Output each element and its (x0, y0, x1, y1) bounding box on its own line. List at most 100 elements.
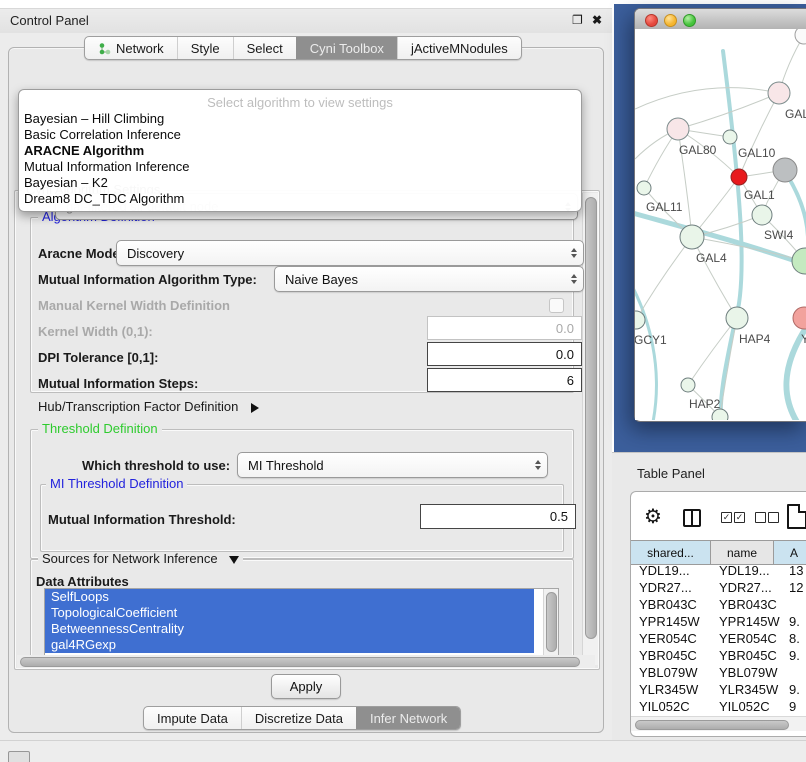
document-icon[interactable] (787, 504, 806, 529)
node-label-gal4: GAL4 (696, 251, 727, 265)
table-row-ybr043c[interactable]: YBR043CYBR043C (631, 597, 806, 614)
attributes-vertical-scrollbar[interactable] (543, 589, 558, 655)
algorithm-option-basic-correlation-inference[interactable]: Basic Correlation Inference (23, 127, 577, 143)
network-edge (692, 237, 737, 318)
which-threshold-label: Which threshold to use: (82, 458, 230, 473)
algorithm-option-aracne-algorithm[interactable]: ARACNE Algorithm (23, 143, 577, 159)
settings-horizontal-scrollbar[interactable] (17, 655, 595, 668)
deselect-all-checks-icon[interactable] (768, 512, 779, 523)
minimize-window-icon[interactable] (664, 14, 677, 27)
tab-cyni-toolbox[interactable]: Cyni Toolbox (296, 37, 397, 59)
data-attributes-label: Data Attributes (36, 574, 129, 589)
control-panel-title: Control Panel (10, 13, 89, 28)
network-node-gal80[interactable] (667, 118, 689, 140)
table-horizontal-scrollbar[interactable] (631, 716, 806, 731)
column-header-shared-name[interactable]: shared... (631, 541, 711, 564)
network-node-hap2[interactable] (681, 378, 695, 392)
table-row-ybl079w[interactable]: YBL079WYBL079W (631, 665, 806, 682)
select-all-checks-icon[interactable]: ✓ (721, 512, 732, 523)
tab-impute-data[interactable]: Impute Data (144, 707, 241, 729)
network-node-gal4[interactable] (680, 225, 704, 249)
network-node-swi4[interactable] (792, 248, 806, 274)
mi-steps-field[interactable]: 6 (427, 368, 582, 392)
attribute-item-betweennesscentrality[interactable]: BetweennessCentrality (45, 621, 534, 637)
close-panel-icon[interactable]: ✖ (592, 13, 602, 27)
network-icon (98, 42, 111, 55)
data-attributes-list[interactable]: SelfLoopsTopologicalCoefficientBetweenne… (44, 588, 559, 656)
network-node-hap4[interactable] (726, 307, 748, 329)
columns-icon[interactable] (683, 509, 701, 527)
panel-corner-icon[interactable] (8, 751, 30, 762)
table-row-ylr345w[interactable]: YLR345WYLR345W9. (631, 682, 806, 699)
node-label-gal80: GAL80 (679, 143, 717, 157)
table-row-yil052c[interactable]: YIL052CYIL052C9 (631, 699, 806, 713)
mi-threshold-label: Mutual Information Threshold: (48, 512, 236, 527)
select-all-checks-icon[interactable]: ✓ (734, 512, 745, 523)
mi-algorithm-type-label: Mutual Information Algorithm Type: (38, 272, 257, 287)
table-row-ydr27[interactable]: YDR27...YDR27...12 (631, 580, 806, 597)
table-row-ypr145w[interactable]: YPR145WYPR145W9. (631, 614, 806, 631)
tab-jactivemnodules[interactable]: jActiveMNodules (397, 37, 521, 59)
apply-button[interactable]: Apply (271, 674, 341, 699)
column-header-partial[interactable]: A (774, 541, 806, 564)
node-label-gal10: GAL10 (738, 146, 776, 160)
close-window-icon[interactable] (645, 14, 658, 27)
kernel-width-field: 0.0 (427, 316, 582, 340)
which-threshold-combo[interactable]: MI Threshold (237, 452, 548, 478)
control-panel-body: NetworkStyleSelectCyni ToolboxjActiveMNo… (0, 33, 612, 740)
table-panel: ⚙ ✓ ✓ shared... name A YDL19...YDL19...1… (630, 491, 806, 737)
aracne-mode-label: Aracne Mode: (38, 246, 124, 261)
network-node-y[interactable] (793, 307, 806, 329)
algorithm-option-dream8-dc-tdc-algorithm[interactable]: Dream8 DC_TDC Algorithm (23, 191, 577, 207)
network-node[interactable] (773, 158, 797, 182)
network-node-gal[interactable] (768, 82, 790, 104)
tab-select[interactable]: Select (233, 37, 296, 59)
attribute-item-gal4rgexp[interactable]: gal4RGexp (45, 637, 534, 653)
expand-right-icon (251, 403, 259, 413)
mi-algorithm-type-combo[interactable]: Naive Bayes (274, 266, 584, 292)
node-label-gal: GAL (785, 107, 806, 121)
network-edge (635, 282, 656, 420)
node-label-gal11: GAL11 (646, 200, 683, 214)
table-row-ybr045c[interactable]: YBR045CYBR045C9. (631, 648, 806, 665)
tab-infer-network[interactable]: Infer Network (356, 707, 460, 729)
network-node-gal11[interactable] (637, 181, 651, 195)
gear-icon[interactable]: ⚙ (644, 507, 662, 527)
network-node-gal10[interactable] (731, 169, 747, 185)
table-row-yer054c[interactable]: YER054CYER054C8. (631, 631, 806, 648)
mi-threshold-field[interactable]: 0.5 (420, 504, 576, 529)
tab-style[interactable]: Style (177, 37, 233, 59)
tab-network[interactable]: Network (85, 37, 177, 59)
algorithm-option-bayesian-k2[interactable]: Bayesian – K2 (23, 175, 577, 191)
algorithm-option-mutual-information-inference[interactable]: Mutual Information Inference (23, 159, 577, 175)
algorithm-option-bayesian-hill-climbing[interactable]: Bayesian – Hill Climbing (23, 111, 577, 127)
column-header-name[interactable]: name (711, 541, 774, 564)
table-row-ydl19[interactable]: YDL19...YDL19...13 (631, 563, 806, 580)
sources-toggle[interactable]: Sources for Network Inference (38, 552, 243, 566)
tab-discretize-data[interactable]: Discretize Data (241, 707, 356, 729)
network-window-titlebar[interactable] (635, 9, 806, 30)
control-panel-titlebar: Control Panel ❐ ✖ (0, 8, 612, 34)
collapse-down-icon (229, 556, 239, 564)
manual-kernel-width-checkbox (549, 298, 564, 313)
network-edge (635, 88, 779, 109)
zoom-window-icon[interactable] (683, 14, 696, 27)
dpi-tolerance-field[interactable]: 0.0 (427, 342, 582, 366)
attribute-item-selfloops[interactable]: SelfLoops (45, 589, 534, 605)
dpi-tolerance-label: DPI Tolerance [0,1]: (38, 350, 158, 365)
algorithm-dropdown-options: Bayesian – Hill ClimbingBasic Correlatio… (23, 111, 577, 207)
hub-definition-toggle[interactable]: Hub/Transcription Factor Definition (38, 399, 259, 414)
deselect-all-checks-icon[interactable] (755, 512, 766, 523)
algorithm-dropdown-placeholder: Select algorithm to view settings (19, 95, 581, 110)
attribute-item-topologicalcoefficient[interactable]: TopologicalCoefficient (45, 605, 534, 621)
network-node-gal1[interactable] (752, 205, 772, 225)
node-label-swi4: SWI4 (764, 228, 794, 242)
network-node[interactable] (723, 130, 737, 144)
algorithm-dropdown: Select algorithm to view settings Bayesi… (18, 89, 582, 212)
aracne-mode-combo[interactable]: Discovery (116, 240, 584, 266)
network-canvas[interactable]: GALGAL80GAL10GAL1GAL11SWI4GAL4GCY1HAP4YH… (635, 29, 806, 420)
settings-vertical-scrollbar[interactable] (582, 193, 598, 665)
network-node[interactable] (795, 29, 806, 44)
float-panel-icon[interactable]: ❐ (572, 13, 583, 27)
node-label-hap2: HAP2 (689, 397, 721, 411)
